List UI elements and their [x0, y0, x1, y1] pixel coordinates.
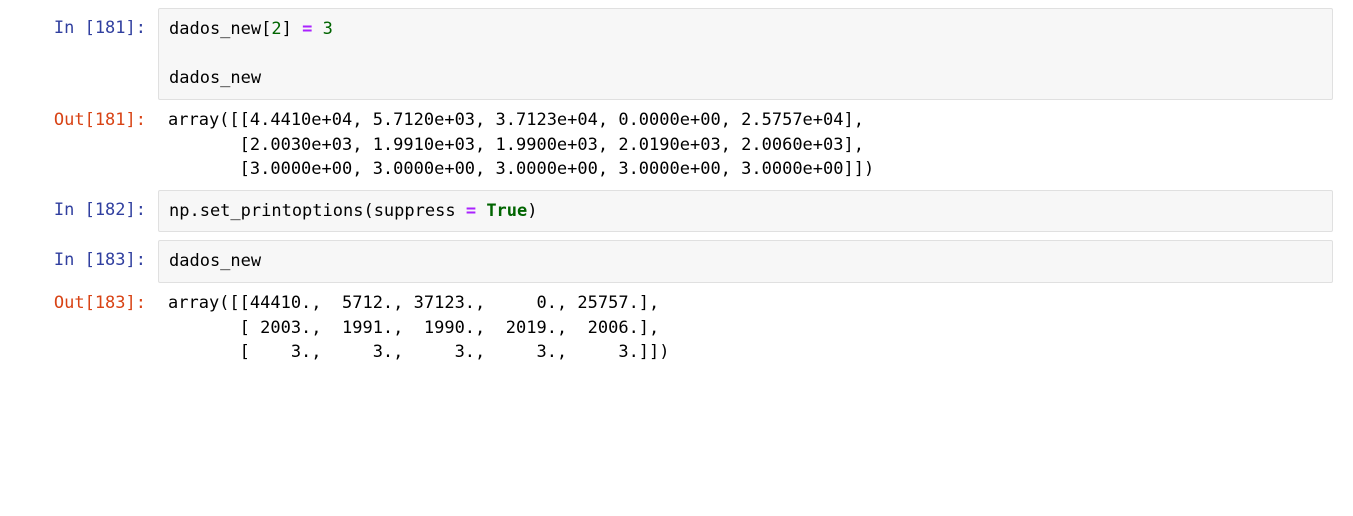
input-prompt-181: In [181]: [0, 8, 158, 100]
code-text: np.set_printoptions(suppress [169, 201, 466, 221]
input-prompt-182: In [182]: [0, 190, 158, 233]
cell-in-182: In [182]: np.set_printoptions(suppress =… [0, 190, 1353, 233]
code-operator: = [466, 201, 476, 221]
code-input-182[interactable]: np.set_printoptions(suppress = True) [158, 190, 1333, 233]
cell-in-181: In [181]: dados_new[2] = 3 dados_new [0, 8, 1353, 100]
code-number: 3 [312, 19, 332, 39]
code-text: ) [527, 201, 537, 221]
input-prompt-183: In [183]: [0, 240, 158, 283]
code-text: dados_new [169, 68, 261, 88]
code-input-181[interactable]: dados_new[2] = 3 dados_new [158, 8, 1333, 100]
output-area-183: array([[44410., 5712., 37123., 0., 25757… [158, 291, 1353, 365]
cell-out-183: Out[183]: array([[44410., 5712., 37123.,… [0, 291, 1353, 365]
code-operator: = [302, 19, 312, 39]
code-text [476, 201, 486, 221]
output-prompt-181: Out[181]: [0, 108, 158, 182]
code-text: dados_new[ [169, 19, 271, 39]
output-prompt-183: Out[183]: [0, 291, 158, 365]
output-area-181: array([[4.4410e+04, 5.7120e+03, 3.7123e+… [158, 108, 1353, 182]
code-input-183[interactable]: dados_new [158, 240, 1333, 283]
code-text: dados_new [169, 251, 261, 271]
code-number: 2 [271, 19, 281, 39]
cell-out-181: Out[181]: array([[4.4410e+04, 5.7120e+03… [0, 108, 1353, 182]
cell-in-183: In [183]: dados_new [0, 240, 1353, 283]
code-text: ] [282, 19, 302, 39]
code-keyword-true: True [486, 201, 527, 221]
